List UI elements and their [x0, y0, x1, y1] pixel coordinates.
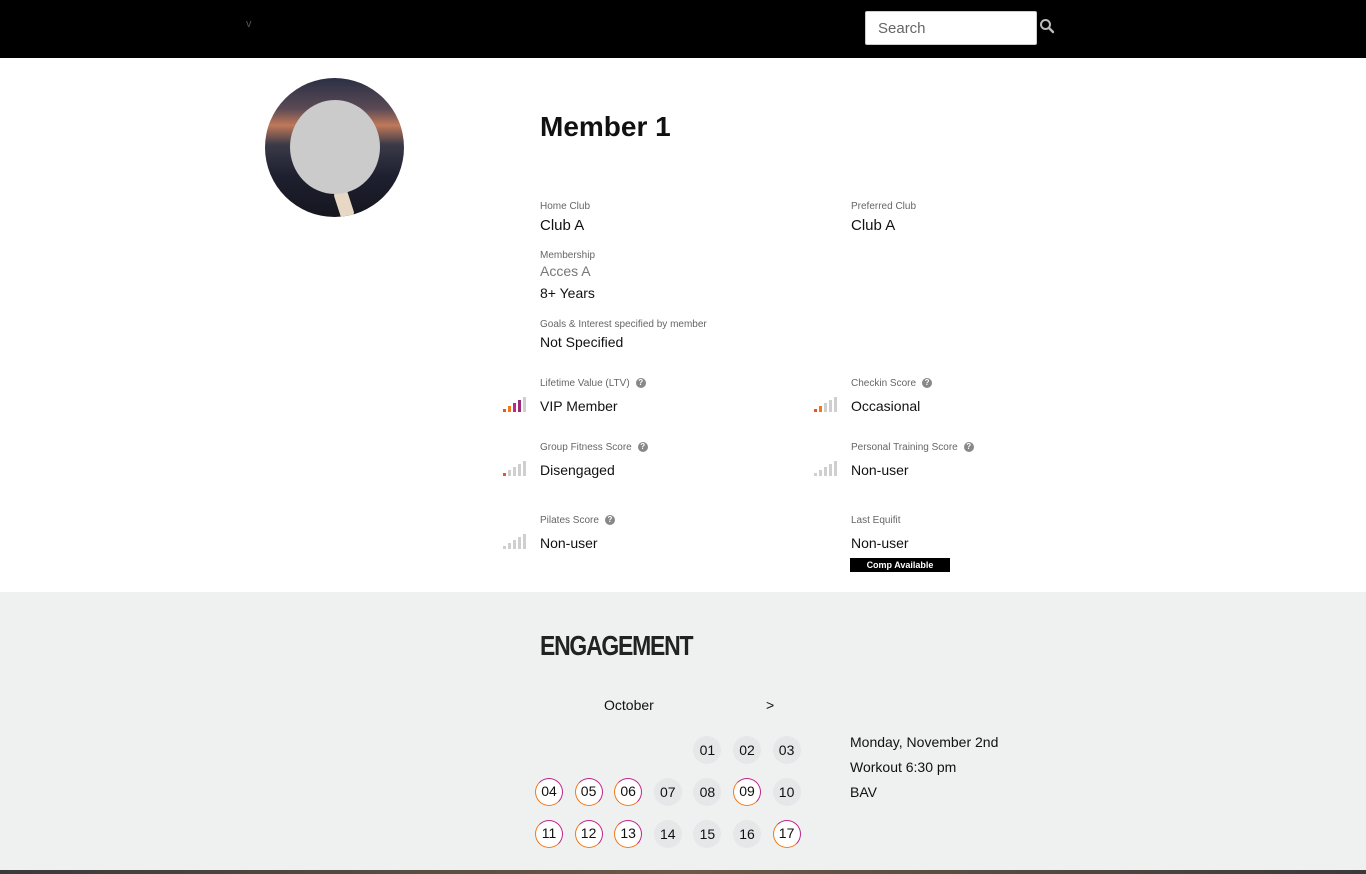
- level-bar: [819, 470, 822, 476]
- member-avatar: [265, 78, 404, 217]
- level-bar: [824, 403, 827, 412]
- event-date: Monday, November 2nd: [850, 734, 999, 750]
- group-fitness-label-row: Group Fitness Score?: [540, 442, 648, 453]
- calendar-day[interactable]: 17: [772, 820, 801, 848]
- level-bar: [819, 406, 822, 412]
- help-icon[interactable]: ?: [922, 378, 933, 389]
- search-icon[interactable]: [1039, 18, 1057, 36]
- level-bar: [513, 467, 516, 476]
- calendar-day[interactable]: 03: [772, 736, 801, 764]
- ltv-value: VIP Member: [540, 398, 618, 414]
- ltv-label: Lifetime Value (LTV): [540, 378, 630, 389]
- avatar-face-placeholder: [290, 100, 380, 194]
- membership-value: Acces A: [540, 263, 591, 279]
- pilates-level-bars: [503, 534, 527, 549]
- membership-label: Membership: [540, 250, 596, 261]
- ltv-label-row: Lifetime Value (LTV)?: [540, 378, 646, 389]
- level-bar: [508, 406, 511, 412]
- level-bar: [829, 464, 832, 476]
- avatar-photo-detail: [265, 198, 285, 214]
- last-equifit-value: Non-user: [851, 535, 909, 551]
- level-bar: [829, 400, 832, 412]
- level-bar: [518, 464, 521, 476]
- personal-training-level-bars: [814, 461, 838, 476]
- home-club-label: Home Club: [540, 201, 591, 212]
- level-bar: [503, 409, 506, 412]
- level-bar: [513, 403, 516, 412]
- preferred-club-value: Club A: [851, 217, 896, 234]
- engagement-title: ENGAGEMENT: [540, 630, 693, 661]
- calendar-day[interactable]: 12: [574, 820, 603, 848]
- pilates-label-row: Pilates Score?: [540, 515, 615, 526]
- calendar-day[interactable]: 16: [733, 820, 761, 848]
- group-fitness-level-bars: [503, 461, 527, 476]
- level-bar: [523, 461, 526, 476]
- level-bar: [508, 470, 511, 476]
- level-bar: [814, 409, 817, 412]
- event-location: BAV: [850, 784, 877, 800]
- checkin-label: Checkin Score: [851, 378, 917, 389]
- group-fitness-value: Disengaged: [540, 462, 615, 478]
- group-fitness-label: Group Fitness Score: [540, 442, 632, 453]
- goals-value: Not Specified: [540, 334, 624, 350]
- ltv-level-bars: [503, 397, 527, 412]
- goals-label: Goals & Interest specified by member: [540, 319, 707, 330]
- level-bar: [503, 473, 506, 476]
- calendar-day[interactable]: 11: [535, 820, 563, 848]
- top-navigation-bar: v: [0, 0, 1366, 58]
- level-bar: [508, 543, 511, 549]
- search-input[interactable]: [865, 11, 1037, 45]
- membership-tenure: 8+ Years: [540, 285, 595, 301]
- member-name: Member 1: [540, 111, 671, 142]
- calendar-day[interactable]: 05: [574, 778, 603, 806]
- level-bar: [518, 537, 521, 549]
- last-equifit-label: Last Equifit: [851, 515, 901, 526]
- calendar-day[interactable]: 09: [733, 778, 761, 806]
- level-bar: [814, 473, 817, 476]
- event-time: Workout 6:30 pm: [850, 759, 957, 775]
- help-icon[interactable]: ?: [635, 378, 646, 389]
- level-bar: [523, 534, 526, 549]
- pilates-value: Non-user: [540, 535, 598, 551]
- preferred-club-label: Preferred Club: [851, 201, 917, 212]
- personal-training-value: Non-user: [851, 462, 909, 478]
- calendar-day[interactable]: 02: [733, 736, 761, 764]
- menu-toggle[interactable]: v: [246, 18, 252, 30]
- level-bar: [503, 546, 506, 549]
- checkin-value: Occasional: [851, 398, 921, 414]
- help-icon[interactable]: ?: [604, 515, 615, 526]
- checkin-level-bars: [814, 397, 838, 412]
- calendar-day[interactable]: 07: [653, 778, 682, 806]
- calendar-month: October: [604, 697, 654, 713]
- personal-training-label: Personal Training Score: [851, 442, 958, 453]
- level-bar: [824, 467, 827, 476]
- calendar-day[interactable]: 13: [614, 820, 643, 848]
- home-club-value: Club A: [540, 217, 585, 234]
- window-bottom-edge: [0, 870, 1366, 874]
- pilates-label: Pilates Score: [540, 515, 599, 526]
- calendar-day[interactable]: 06: [614, 778, 643, 806]
- level-bar: [523, 397, 526, 412]
- personal-training-label-row: Personal Training Score?: [851, 442, 974, 453]
- help-icon[interactable]: ?: [963, 442, 974, 453]
- level-bar: [518, 400, 521, 412]
- level-bar: [513, 540, 516, 549]
- help-icon[interactable]: ?: [637, 442, 648, 453]
- calendar-day[interactable]: 14: [653, 820, 682, 848]
- level-bar: [834, 397, 837, 412]
- checkin-label-row: Checkin Score?: [851, 378, 933, 389]
- calendar-day[interactable]: 04: [535, 778, 563, 806]
- level-bar: [834, 461, 837, 476]
- calendar-day[interactable]: 10: [772, 778, 801, 806]
- calendar-next-button[interactable]: >: [766, 697, 774, 713]
- comp-available-badge[interactable]: Comp Available: [850, 558, 950, 572]
